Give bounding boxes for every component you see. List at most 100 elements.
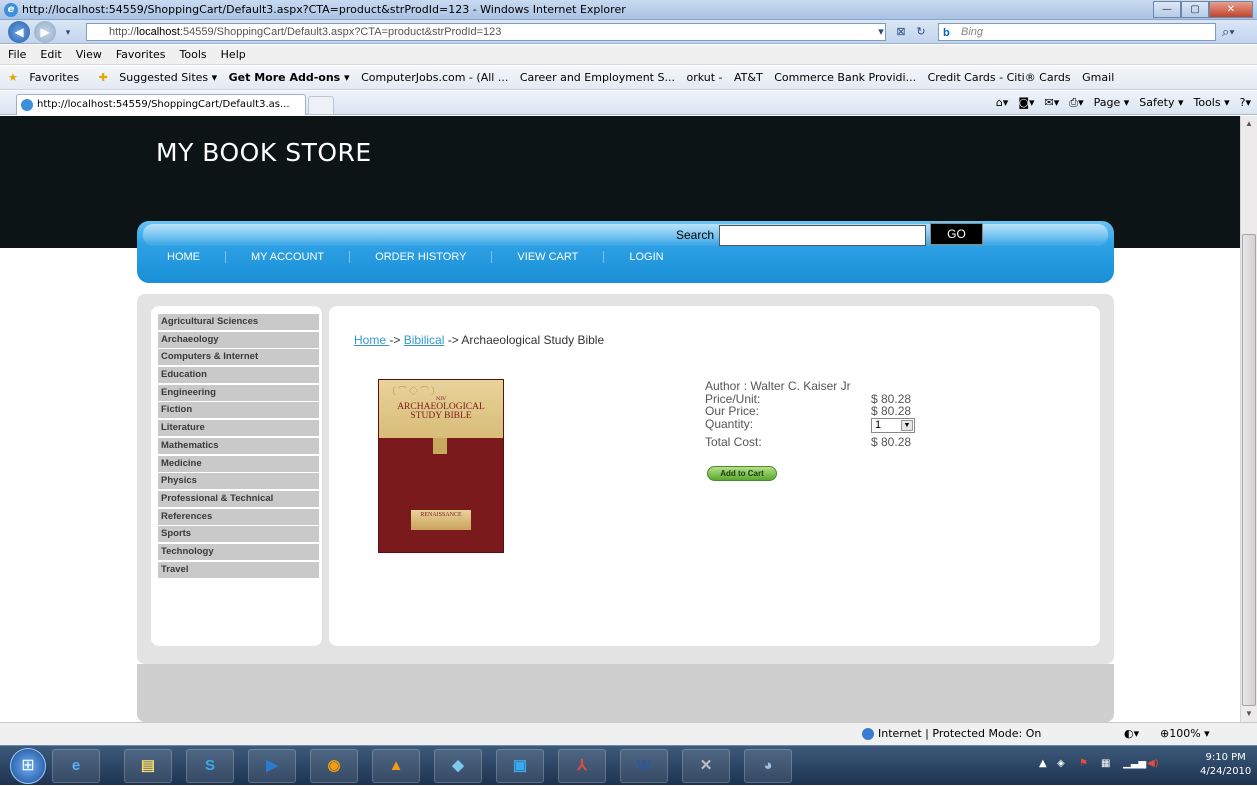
fav-item-att[interactable]: AT&T [734, 66, 763, 89]
our-price-value: $ 80.28 [871, 404, 912, 418]
scroll-up-icon[interactable]: ▲ [1241, 116, 1257, 132]
scrollbar-thumb[interactable] [1242, 234, 1256, 706]
tray-expand-icon[interactable]: ▲ [1039, 758, 1047, 769]
menu-edit[interactable]: Edit [40, 45, 61, 64]
fav-item-career[interactable]: Career and Employment S... [520, 66, 675, 89]
minimize-icon[interactable]: — [1153, 1, 1181, 18]
media-player-taskbar-icon[interactable]: ▶ [248, 749, 296, 783]
category-item[interactable]: Physics [158, 473, 319, 490]
nav-login[interactable]: LOGIN [629, 251, 688, 263]
adobe-reader-taskbar-icon[interactable]: ⅄ [558, 749, 606, 783]
go-button[interactable]: GO [930, 223, 983, 245]
firefox-taskbar-icon[interactable]: ◉ [310, 749, 358, 783]
history-dropdown-icon[interactable]: ▾ [60, 21, 76, 43]
clock[interactable]: 9:10 PM 4/24/2010 [1200, 751, 1251, 779]
home-icon[interactable]: ⌂▾ [996, 94, 1009, 112]
close-icon[interactable]: ✕ [1209, 1, 1253, 18]
breadcrumb-category-link[interactable]: Bibilical [404, 333, 445, 347]
compatibility-icon[interactable]: ⊠ [892, 23, 910, 41]
help-icon[interactable]: ?▾ [1240, 94, 1251, 112]
fav-item-commerce-bank[interactable]: Commerce Bank Providi... [774, 66, 916, 89]
menu-file[interactable]: File [8, 45, 26, 64]
favorites-bar: ★ Favorites ✚ Suggested Sites ▾ Get More… [0, 66, 1257, 90]
zoom-control[interactable]: ⊕100% ▾ [1160, 723, 1210, 745]
quantity-select[interactable]: 1 ▼ [871, 417, 915, 433]
ie-taskbar-icon[interactable]: e [52, 749, 100, 783]
security-zone[interactable]: Internet | Protected Mode: On [862, 723, 1041, 745]
paint-taskbar-icon[interactable]: ◕ [744, 749, 792, 783]
device-icon[interactable]: ▦ [1101, 758, 1110, 769]
fav-item-citi[interactable]: Credit Cards - Citi® Cards [928, 66, 1071, 89]
nav-home[interactable]: HOME [167, 251, 226, 263]
maximize-icon[interactable]: ▢ [1181, 1, 1209, 18]
safety-menu[interactable]: Safety ▾ [1139, 94, 1183, 112]
tab-current[interactable]: http://localhost:54559/ShoppingCart/Defa… [16, 94, 306, 115]
menu-favorites[interactable]: Favorites [116, 45, 166, 64]
refresh-icon[interactable]: ↻ [912, 23, 930, 41]
category-item[interactable]: Education [158, 367, 319, 384]
address-bar[interactable]: http://localhost:54559/ShoppingCart/Defa… [86, 23, 886, 41]
search-input[interactable]: b Bing [938, 23, 1216, 41]
tools-taskbar-icon[interactable]: ✕ [682, 749, 730, 783]
back-icon[interactable]: ◀ [8, 21, 30, 43]
category-item[interactable]: Agricultural Sciences [158, 314, 319, 330]
action-center-flag-icon[interactable]: ⚑ [1079, 758, 1088, 769]
category-item[interactable]: Travel [158, 561, 319, 578]
category-item[interactable]: Literature [158, 420, 319, 437]
app-taskbar-icon[interactable]: ◆ [434, 749, 482, 783]
nav-view-cart[interactable]: VIEW CART [517, 251, 605, 263]
category-item[interactable]: Mathematics [158, 437, 319, 454]
breadcrumb-home-link[interactable]: Home [354, 333, 389, 347]
globe-icon [862, 728, 874, 740]
fav-item-orkut[interactable]: orkut - [686, 66, 722, 89]
footer-area [137, 664, 1114, 722]
fav-item-computerjobs[interactable]: ComputerJobs.com - (All ... [361, 66, 508, 89]
vlc-taskbar-icon[interactable]: ▲ [372, 749, 420, 783]
cover-title: ARCHAEOLOGICAL STUDY BIBLE [397, 402, 485, 421]
feeds-icon[interactable]: ◙▾ [1018, 94, 1034, 112]
page-menu[interactable]: Page ▾ [1094, 94, 1130, 112]
nav-my-account[interactable]: MY ACCOUNT [251, 251, 351, 263]
search-icon[interactable]: ⌕▾ [1222, 24, 1235, 40]
fav-item-gmail[interactable]: Gmail [1082, 66, 1114, 89]
fav-item-addons[interactable]: Get More Add-ons ▾ [229, 66, 350, 89]
store-title: MY BOOK STORE [156, 138, 372, 167]
category-item[interactable]: Engineering [158, 384, 319, 401]
menu-view[interactable]: View [76, 45, 102, 64]
total-cost-value: $ 80.28 [871, 434, 912, 449]
scroll-down-icon[interactable]: ▼ [1241, 706, 1257, 722]
favorites-button[interactable]: ★ Favorites [8, 66, 87, 89]
category-item[interactable]: Archaeology [158, 331, 319, 348]
category-item[interactable]: References [158, 508, 319, 525]
tools-menu[interactable]: Tools ▾ [1194, 94, 1230, 112]
menu-tools[interactable]: Tools [180, 45, 207, 64]
add-to-cart-button[interactable]: Add to Cart [707, 466, 777, 481]
nav-order-history[interactable]: ORDER HISTORY [375, 251, 493, 263]
skype-taskbar-icon[interactable]: S [186, 749, 234, 783]
category-item[interactable]: Sports [158, 526, 319, 543]
fav-item-suggested-sites[interactable]: Suggested Sites ▾ [119, 66, 217, 89]
category-item[interactable]: Computers & Internet [158, 349, 319, 366]
virtual-machine-taskbar-icon[interactable]: ▣ [496, 749, 544, 783]
volume-icon[interactable]: ◀) [1147, 758, 1159, 769]
network-icon[interactable]: ◈ [1057, 758, 1065, 769]
explorer-taskbar-icon[interactable]: ▤ [124, 749, 172, 783]
signal-icon[interactable]: ▁▃▅ [1123, 758, 1146, 769]
print-icon[interactable]: ⎙▾ [1069, 94, 1083, 112]
start-button[interactable]: ⊞ [10, 748, 46, 784]
menu-bar: File Edit View Favorites Tools Help [0, 45, 1257, 65]
store-search-input[interactable] [719, 225, 926, 246]
add-favorite-icon[interactable]: ✚ [99, 66, 108, 89]
dropdown-icon[interactable]: ▾ [872, 23, 890, 41]
vertical-scrollbar[interactable]: ▲ ▼ [1240, 116, 1257, 722]
category-item[interactable]: Professional & Technical [158, 490, 319, 507]
forward-icon[interactable]: ▶ [34, 21, 56, 43]
mail-icon[interactable]: ✉▾ [1045, 94, 1060, 112]
category-item[interactable]: Medicine [158, 455, 319, 472]
new-tab-button[interactable] [308, 96, 334, 115]
word-taskbar-icon[interactable]: W [620, 749, 668, 783]
privacy-icon[interactable]: ◐▾ [1124, 723, 1139, 745]
category-item[interactable]: Fiction [158, 402, 319, 419]
menu-help[interactable]: Help [221, 45, 246, 64]
category-item[interactable]: Technology [158, 543, 319, 560]
